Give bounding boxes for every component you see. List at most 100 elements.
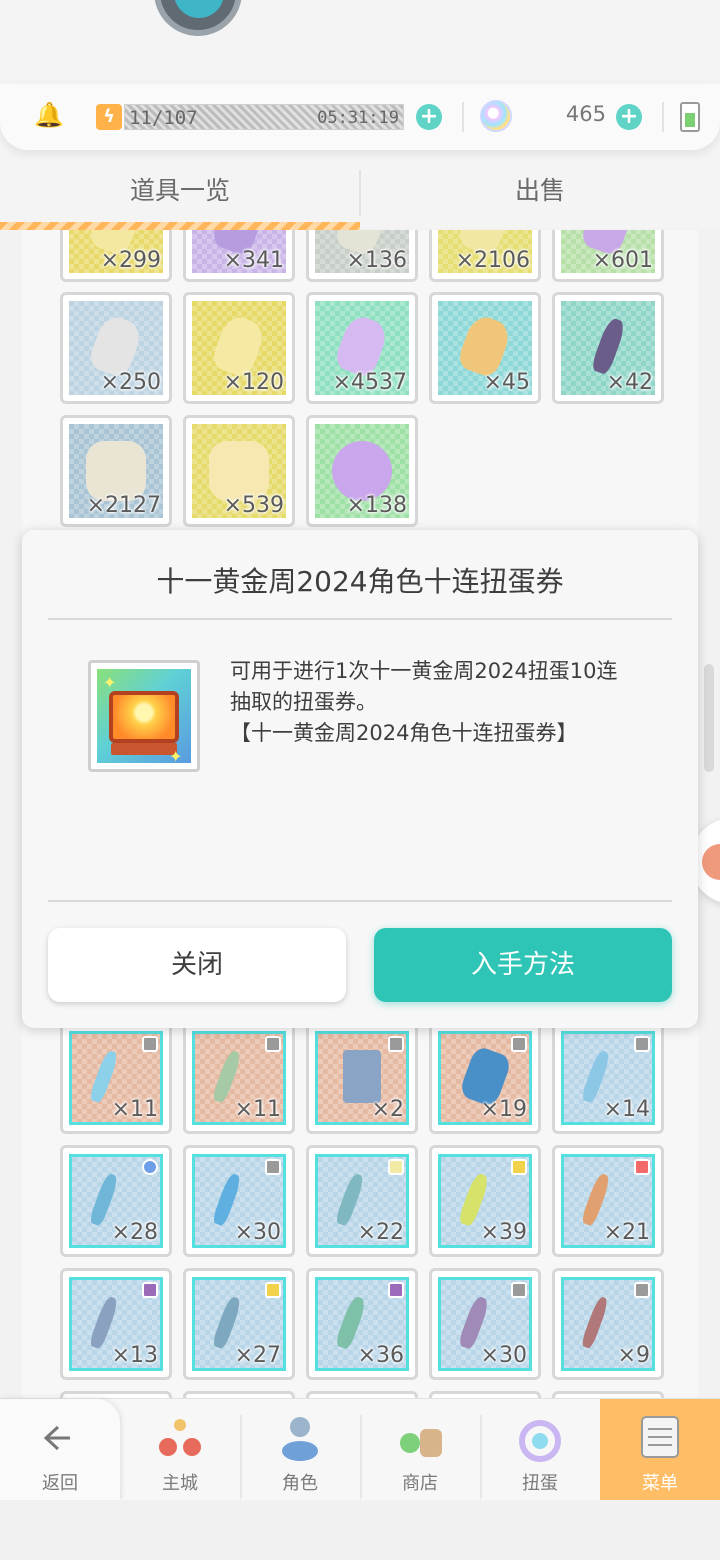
description-line: 【十一黄金周2024角色十连扭蛋券】 (230, 721, 578, 745)
item-count: ×45 (483, 370, 530, 395)
gem-count: 465 (565, 102, 606, 126)
description-line: 抽取的扭蛋券。 (230, 690, 377, 714)
nav-shop[interactable]: 商店 (360, 1399, 480, 1501)
description-line: 可用于进行1次十一黄金周2024扭蛋10连 (230, 659, 618, 683)
item-count: ×136 (346, 248, 407, 273)
item-thumbnail: ✦ ✦ (88, 660, 200, 772)
inventory-item[interactable]: ×4537 (306, 292, 418, 404)
item-badge-icon (511, 1036, 527, 1052)
stamina-lightning-icon: ϟ (96, 104, 122, 130)
item-count: ×11 (234, 1097, 281, 1122)
divider (662, 102, 664, 132)
town-icon (159, 1419, 201, 1456)
item-badge-icon (388, 1282, 404, 1298)
item-count: ×2127 (86, 493, 161, 518)
inventory-item[interactable]: ×138 (306, 415, 418, 527)
inventory-item[interactable]: ×19 (429, 1022, 541, 1134)
inventory-item[interactable]: ×30 (429, 1268, 541, 1380)
item-count: ×22 (357, 1220, 404, 1245)
item-count: ×341 (223, 248, 284, 273)
item-count: ×4537 (332, 370, 407, 395)
sparkle-icon: ✦ (103, 673, 117, 692)
back-arrow-icon (43, 1425, 70, 1451)
ticket-stack (111, 743, 177, 755)
inventory-item[interactable]: ×601 (552, 230, 664, 282)
inventory-item[interactable]: ×539 (183, 415, 295, 527)
inventory-item[interactable]: ×299 (60, 230, 172, 282)
nav-gacha[interactable]: 扭蛋 (480, 1399, 600, 1501)
nav-character[interactable]: 角色 (240, 1399, 360, 1501)
shop-icon (400, 1429, 442, 1457)
nav-back[interactable]: 返回 (0, 1399, 120, 1501)
inventory-item[interactable]: ×2127 (60, 415, 172, 527)
inventory-item[interactable]: ×9 (552, 1268, 664, 1380)
ticket-body (109, 691, 179, 743)
tab-item-list[interactable]: 道具一览 (0, 160, 360, 228)
nav-menu[interactable]: 菜单 (600, 1399, 720, 1501)
item-count: ×11 (111, 1097, 158, 1122)
add-stamina-button[interactable]: + (416, 104, 442, 130)
resource-bar: 🔔 ϟ 11/107 05:31:19 + 465 + (0, 84, 720, 150)
item-detail-dialog: 十一黄金周2024角色十连扭蛋券 ✦ ✦ 可用于进行1次十一黄金周2024扭蛋1… (22, 530, 698, 1028)
battery-icon (680, 102, 700, 132)
item-count: ×138 (346, 493, 407, 518)
inventory-item[interactable]: ×27 (183, 1268, 295, 1380)
item-badge-icon (634, 1036, 650, 1052)
item-count: ×39 (480, 1220, 527, 1245)
dialog-title: 十一黄金周2024角色十连扭蛋券 (156, 565, 564, 598)
inventory-item[interactable]: ×2106 (429, 230, 541, 282)
gem-icon (480, 100, 512, 132)
inventory-item[interactable]: ×13 (60, 1268, 172, 1380)
system-nav-area (0, 1500, 720, 1560)
inventory-item[interactable]: ×11 (60, 1022, 172, 1134)
inventory-item[interactable]: ×45 (429, 292, 541, 404)
inventory-item[interactable]: ×250 (60, 292, 172, 404)
inventory-item[interactable]: ×136 (306, 230, 418, 282)
inventory-item[interactable]: ×341 (183, 230, 295, 282)
item-count: ×36 (357, 1343, 404, 1368)
divider (48, 900, 672, 902)
item-count: ×42 (606, 370, 653, 395)
avatar-mascot-icon (174, 0, 224, 18)
item-count: ×21 (603, 1220, 650, 1245)
obtain-method-button[interactable]: 入手方法 (374, 928, 672, 1002)
item-badge-icon (265, 1282, 281, 1298)
stamina-bar: 11/107 05:31:19 (124, 104, 404, 130)
item-badge-icon (265, 1159, 281, 1175)
scrollbar[interactable] (704, 664, 714, 772)
inventory-item[interactable]: ×21 (552, 1145, 664, 1257)
item-count: ×9 (617, 1343, 650, 1368)
menu-icon (641, 1416, 679, 1458)
active-tab-indicator (0, 222, 360, 230)
close-button[interactable]: 关闭 (48, 928, 346, 1002)
tab-divider (359, 170, 361, 216)
item-count: ×299 (100, 248, 161, 273)
inventory-item[interactable]: ×14 (552, 1022, 664, 1134)
nav-label: 角色 (282, 1473, 318, 1494)
inventory-item[interactable]: ×36 (306, 1268, 418, 1380)
inventory-item[interactable]: ×39 (429, 1145, 541, 1257)
inventory-item[interactable]: ×30 (183, 1145, 295, 1257)
inventory-item[interactable]: ×22 (306, 1145, 418, 1257)
inventory-item[interactable]: ×2 (306, 1022, 418, 1134)
tab-sell[interactable]: 出售 (360, 160, 720, 228)
item-count: ×30 (234, 1220, 281, 1245)
inventory-item[interactable]: ×120 (183, 292, 295, 404)
add-gems-button[interactable]: + (616, 104, 642, 130)
item-count: ×27 (234, 1343, 281, 1368)
inventory-item[interactable]: ×28 (60, 1145, 172, 1257)
item-badge-icon (634, 1159, 650, 1175)
inventory-item[interactable]: ×42 (552, 292, 664, 404)
nav-label: 商店 (402, 1473, 438, 1494)
nav-town[interactable]: 主城 (120, 1399, 240, 1501)
nav-label: 菜单 (642, 1473, 678, 1494)
sparkle-icon: ✦ (169, 747, 183, 766)
item-badge-icon (142, 1159, 158, 1175)
inventory-item[interactable]: ×11 (183, 1022, 295, 1134)
item-count: ×539 (223, 493, 284, 518)
item-count: ×13 (111, 1343, 158, 1368)
gacha-icon (519, 1420, 561, 1462)
notification-bell-icon[interactable]: 🔔 (34, 102, 64, 128)
item-badge-icon (142, 1036, 158, 1052)
stamina-value: 11/107 (129, 107, 198, 129)
